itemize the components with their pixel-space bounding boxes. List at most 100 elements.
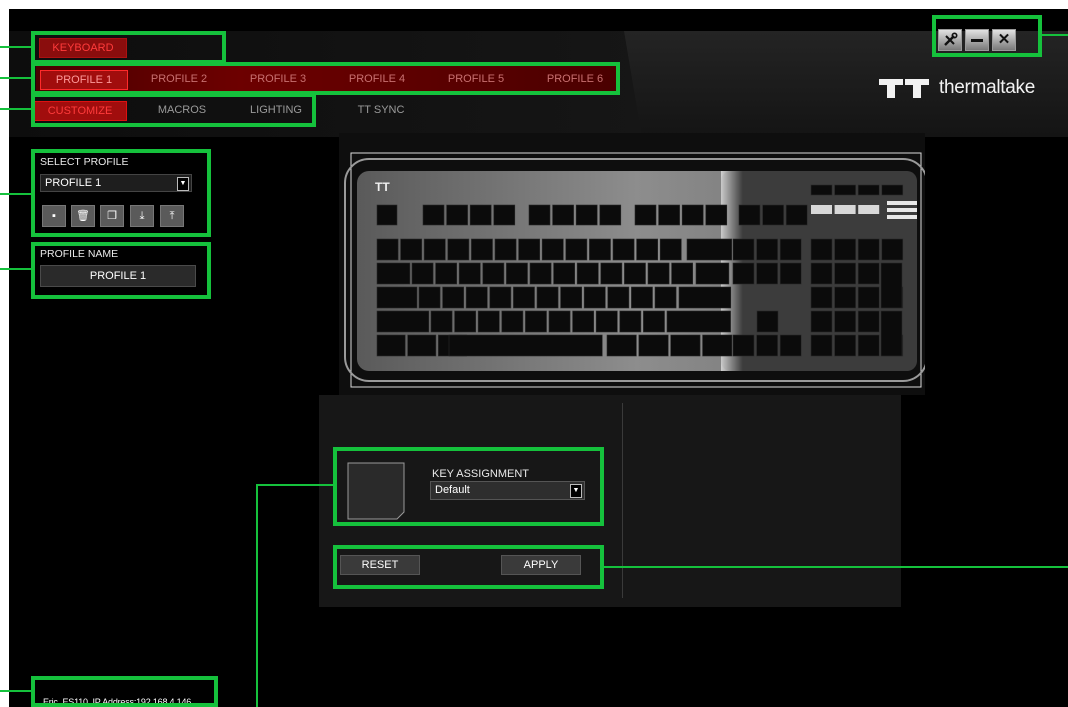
keyboard-key[interactable] — [779, 262, 802, 285]
media-key[interactable] — [834, 205, 856, 214]
volume-wheel[interactable] — [887, 201, 917, 205]
keyboard-key[interactable] — [501, 310, 524, 333]
keyboard-key[interactable] — [756, 238, 778, 261]
keyboard-key[interactable] — [589, 238, 611, 261]
keyboard-key[interactable] — [857, 184, 880, 196]
keyboard-key[interactable] — [705, 204, 728, 226]
keyboard-key[interactable] — [631, 286, 653, 309]
keyboard-key[interactable] — [411, 262, 434, 285]
keyboard-key[interactable] — [583, 286, 606, 309]
keyboard-key[interactable] — [418, 286, 441, 309]
keyboard-key[interactable] — [548, 310, 571, 333]
volume-wheel[interactable] — [887, 215, 917, 219]
keyboard-key[interactable] — [732, 238, 755, 261]
keyboard-key[interactable] — [671, 262, 694, 285]
keyboard-key[interactable] — [494, 238, 517, 261]
keyboard-key[interactable] — [686, 238, 733, 261]
keyboard-key[interactable] — [606, 334, 637, 357]
keyboard-key[interactable] — [442, 286, 464, 309]
keyboard-key[interactable] — [471, 238, 493, 261]
keyboard-key[interactable] — [599, 204, 622, 226]
keyboard-key[interactable] — [376, 286, 418, 309]
keyboard-key[interactable] — [528, 204, 551, 226]
keyboard-key[interactable] — [810, 184, 833, 196]
keyboard-key[interactable] — [430, 310, 453, 333]
keyboard-key[interactable] — [732, 334, 755, 357]
keyboard-key[interactable] — [541, 238, 564, 261]
keyboard-key[interactable] — [423, 238, 446, 261]
keyboard-key[interactable] — [762, 204, 784, 226]
keyboard-key[interactable] — [553, 262, 576, 285]
tab-tt-sync[interactable]: TT SYNC — [353, 101, 409, 119]
keyboard-key[interactable] — [469, 204, 492, 226]
keyboard-key[interactable] — [880, 310, 903, 357]
keyboard-key[interactable] — [681, 204, 704, 226]
keyboard-key[interactable] — [670, 334, 701, 357]
keyboard-key[interactable] — [638, 334, 669, 357]
keyboard-key[interactable] — [636, 238, 659, 261]
keyboard-key[interactable] — [810, 286, 833, 309]
keyboard-key[interactable] — [525, 310, 547, 333]
keyboard-key[interactable] — [647, 262, 670, 285]
keyboard-key[interactable] — [756, 262, 778, 285]
keyboard-key[interactable] — [482, 262, 505, 285]
keyboard-key[interactable] — [477, 310, 500, 333]
keyboard-key[interactable] — [465, 286, 488, 309]
keyboard-key[interactable] — [446, 204, 468, 226]
keyboard-key[interactable] — [857, 286, 880, 309]
keyboard-key[interactable] — [376, 238, 399, 261]
keyboard-key[interactable] — [756, 334, 778, 357]
keyboard-key[interactable] — [400, 238, 422, 261]
keyboard-key[interactable] — [506, 262, 528, 285]
keyboard-key[interactable] — [732, 262, 755, 285]
keyboard-key[interactable] — [454, 310, 476, 333]
keyboard-key[interactable] — [376, 334, 406, 357]
keyboard-key[interactable] — [376, 310, 430, 333]
keyboard-key[interactable] — [407, 334, 437, 357]
keyboard-key[interactable] — [658, 204, 680, 226]
keyboard-key[interactable] — [619, 310, 642, 333]
keyboard-key[interactable] — [881, 184, 904, 196]
keyboard-key[interactable] — [666, 310, 731, 333]
keyboard-key[interactable] — [834, 310, 856, 333]
media-key[interactable] — [811, 205, 832, 214]
keyboard-key[interactable] — [834, 238, 856, 261]
keyboard-key[interactable] — [518, 238, 541, 261]
keyboard-key[interactable] — [458, 262, 481, 285]
keyboard-key[interactable] — [678, 286, 732, 309]
keyboard-key[interactable] — [779, 334, 802, 357]
keyboard-key[interactable] — [857, 262, 880, 285]
keyboard-key[interactable] — [785, 204, 808, 226]
keyboard-key[interactable] — [643, 310, 665, 333]
keyboard-key[interactable] — [447, 238, 470, 261]
media-key[interactable] — [858, 205, 880, 214]
keyboard-key[interactable] — [659, 238, 682, 261]
keyboard-key[interactable] — [576, 262, 599, 285]
keyboard-key[interactable] — [738, 204, 761, 226]
keyboard-key[interactable] — [881, 238, 904, 261]
keyboard-key[interactable] — [834, 262, 856, 285]
keyboard-key[interactable] — [634, 204, 657, 226]
keyboard-key[interactable] — [779, 238, 802, 261]
keyboard-key[interactable] — [493, 204, 516, 226]
keyboard-key[interactable] — [448, 334, 603, 357]
keyboard-key[interactable] — [810, 238, 833, 261]
keyboard-key[interactable] — [880, 262, 903, 309]
keyboard-key[interactable] — [595, 310, 618, 333]
volume-wheel[interactable] — [887, 208, 917, 212]
keyboard-key[interactable] — [702, 334, 733, 357]
keyboard-key[interactable] — [834, 286, 856, 309]
keyboard-key[interactable] — [834, 184, 856, 196]
keyboard-key[interactable] — [810, 262, 833, 285]
keyboard-key[interactable] — [513, 286, 535, 309]
keyboard-key[interactable] — [624, 262, 646, 285]
keyboard-key[interactable] — [857, 310, 880, 333]
keyboard-key[interactable] — [376, 204, 398, 226]
keyboard-key[interactable] — [695, 262, 730, 285]
keyboard-key[interactable] — [810, 334, 833, 357]
keyboard-key[interactable] — [756, 310, 779, 333]
keyboard-key[interactable] — [600, 262, 623, 285]
keyboard-key[interactable] — [654, 286, 677, 309]
keyboard-key[interactable] — [565, 238, 588, 261]
keyboard-key[interactable] — [857, 334, 880, 357]
